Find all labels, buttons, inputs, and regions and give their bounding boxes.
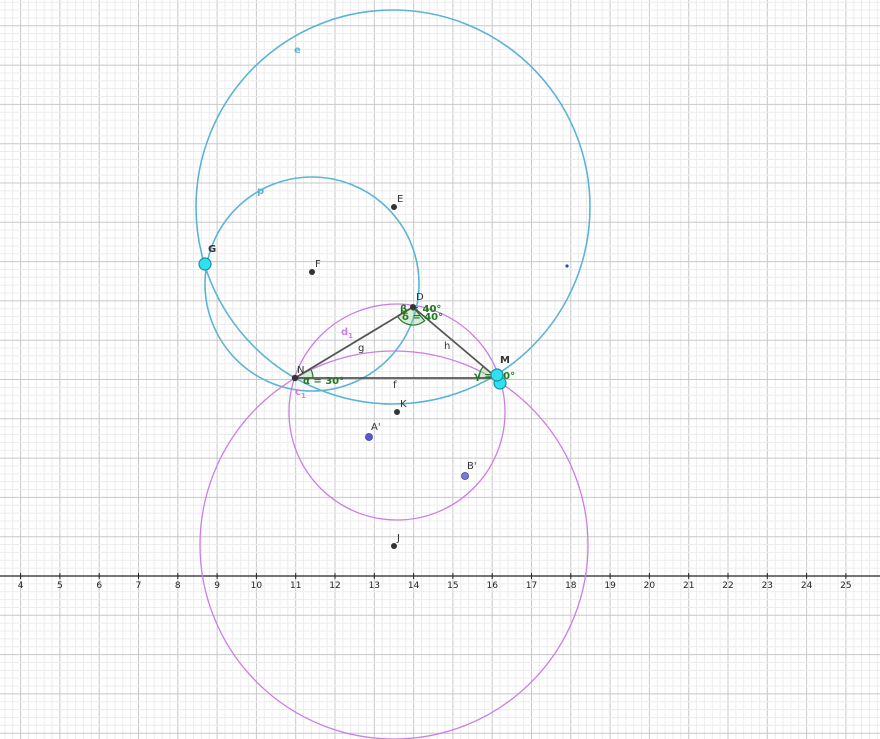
point-J-label: J [396,533,400,544]
x-axis-tick-label: 11 [290,581,301,591]
point-B-prime-label: B' [467,461,477,472]
point-M[interactable] [490,368,504,382]
point-M-label: M [500,355,510,366]
point-B-prime[interactable] [461,472,469,480]
point-A-prime-label: A' [371,422,381,433]
angle-delta-label: δ = 40° [402,312,443,323]
x-axis-tick-label: 13 [369,581,380,591]
circle-p-label: p [257,186,264,197]
circle-c1-label: c1 [295,387,306,400]
angle-alpha-label: α = 30° [303,376,344,387]
x-axis-tick-label: 24 [801,581,813,591]
circle-e-label: e [294,45,301,56]
x-axis-tick-label: 10 [251,581,263,591]
x-axis-tick-label: 21 [683,581,694,591]
x-axis-tick-label: 16 [486,581,498,591]
x-axis-tick-label: 9 [214,581,220,591]
point-E-label: E [397,194,403,205]
point-K-label: K [400,399,407,410]
point-G-label: G [208,244,216,255]
x-axis-tick-label: 17 [526,581,537,591]
x-axis-tick-label: 4 [18,581,24,591]
segment-f-label: f [393,380,397,391]
segment-g[interactable] [294,306,414,379]
x-axis-tick-label: 6 [96,581,102,591]
x-axis-tick-label: 8 [175,581,181,591]
x-axis-tick-label: 22 [722,581,733,591]
x-axis-tick-label: 23 [762,581,773,591]
geometry-canvas[interactable]: 4 5 6 7 8 9 10 11 12 13 14 15 16 17 18 19 20 21 22 23 24 25 e… [0,0,880,739]
segment-h-label: h [444,341,450,352]
point-N-label: N [297,365,304,376]
grid [0,0,880,739]
point-A-prime[interactable] [365,433,373,441]
x-axis-tick-label: 14 [408,581,420,591]
x-axis-tick-label: 18 [565,581,577,591]
small-point-marker [565,264,569,268]
x-axis-tick-label: 5 [57,581,63,591]
point-F-label: F [315,259,321,270]
segment-g-label: g [358,343,364,354]
point-D[interactable] [410,304,416,310]
circle-p[interactable] [204,176,420,392]
x-axis-tick-label: 7 [136,581,142,591]
x-axis-tick-label: 19 [604,581,616,591]
x-axis-tick-label: 20 [644,581,656,591]
x-axis-tick-label: 25 [840,581,851,591]
x-axis-tick-label: 12 [329,581,340,591]
point-G[interactable] [198,257,212,271]
x-axis-tick-label: 15 [447,581,458,591]
point-D-label: D [416,292,424,303]
